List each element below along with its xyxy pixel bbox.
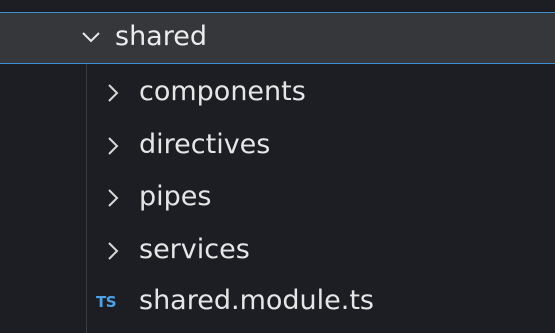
tree-item-services[interactable]: services [0, 225, 555, 277]
tree-item-label: services [139, 234, 250, 265]
tree-item-label: shared.module.ts [139, 285, 374, 316]
folder-label: shared [115, 21, 207, 52]
tree-folder-shared[interactable]: shared [0, 12, 555, 64]
chevron-right-icon[interactable] [103, 240, 123, 262]
tree-item-label: components [139, 76, 306, 107]
tree-item-label: pipes [139, 181, 212, 212]
chevron-right-icon[interactable] [103, 135, 123, 157]
tree-item-pipes[interactable]: pipes [0, 172, 555, 224]
typescript-file-icon: TS [96, 293, 117, 311]
tree-item-shared-module-ts[interactable]: TS shared.module.ts [0, 276, 555, 328]
chevron-down-icon[interactable] [80, 26, 102, 48]
chevron-right-icon[interactable] [103, 82, 123, 104]
tree-item-components[interactable]: components [0, 67, 555, 119]
tree-item-directives[interactable]: directives [0, 120, 555, 172]
chevron-right-icon[interactable] [103, 187, 123, 209]
tree-item-label: directives [139, 129, 271, 160]
file-explorer: shared components directives pipes servi… [0, 0, 555, 333]
